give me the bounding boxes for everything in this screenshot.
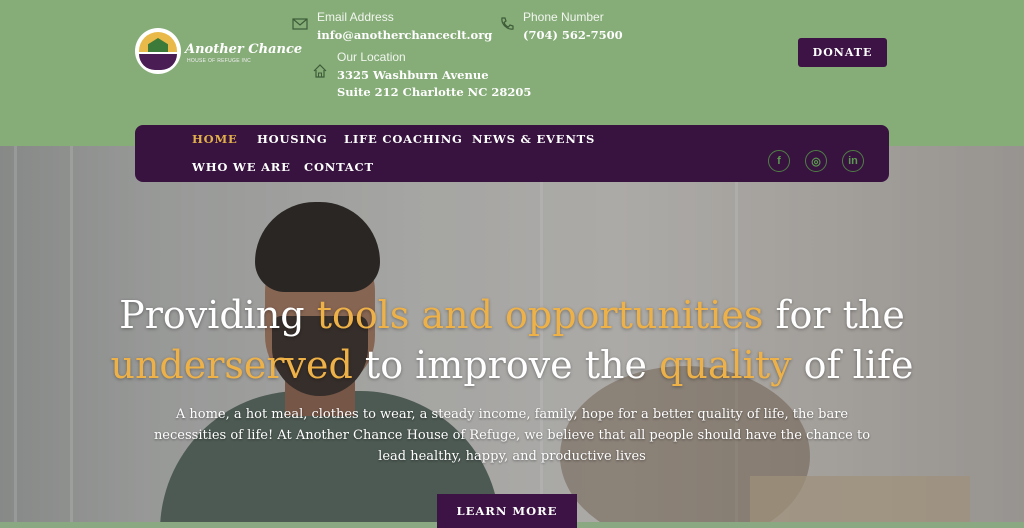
nav-item-housing[interactable]: HOUSING [257,132,328,146]
instagram-icon[interactable]: ◎ [805,150,827,172]
headline-highlight: tools and opportunities [316,293,764,337]
headline-text: of life [791,343,914,387]
phone-icon [501,17,514,30]
email-value[interactable]: info@anotherchanceclt.org [317,26,492,44]
headline-text: Providing [119,293,317,337]
headline-highlight: quality [659,343,792,387]
logo-subtitle: HOUSE OF REFUGE INC [187,58,252,64]
nav-item-life-coaching[interactable]: LIFE COACHING [344,132,463,146]
location-line-1: 3325 Washburn Avenue [337,68,489,82]
nav-item-contact[interactable]: CONTACT [304,160,374,174]
logo-emblem-icon [135,28,181,74]
envelope-icon [292,18,308,30]
learn-more-button[interactable]: LEARN MORE [437,494,577,528]
nav-item-who-we-are[interactable]: WHO WE ARE [192,160,291,174]
email-label: Email Address [317,10,394,24]
site-logo[interactable]: Another Chance HOUSE OF REFUGE INC [135,28,302,78]
headline-text: to improve the [352,343,660,387]
facebook-icon[interactable]: f [768,150,790,172]
hero-description: A home, a hot meal, clothes to wear, a s… [153,407,871,464]
nav-item-home[interactable]: HOME [192,132,238,146]
phone-value[interactable]: (704) 562-7500 [523,26,623,44]
donate-button[interactable]: DONATE [798,38,887,67]
hero-headline: Providing tools and opportunities for th… [40,290,984,390]
linkedin-icon[interactable]: in [842,150,864,172]
phone-label: Phone Number [523,10,604,24]
home-location-icon [313,64,327,78]
location-label: Our Location [337,50,406,64]
headline-text: for the [763,293,905,337]
nav-item-news-events[interactable]: NEWS & EVENTS [472,132,595,146]
location-line-2: Suite 212 Charlotte NC 28205 [337,85,532,99]
logo-name: Another Chance [185,42,303,57]
headline-highlight: underserved [110,343,353,387]
